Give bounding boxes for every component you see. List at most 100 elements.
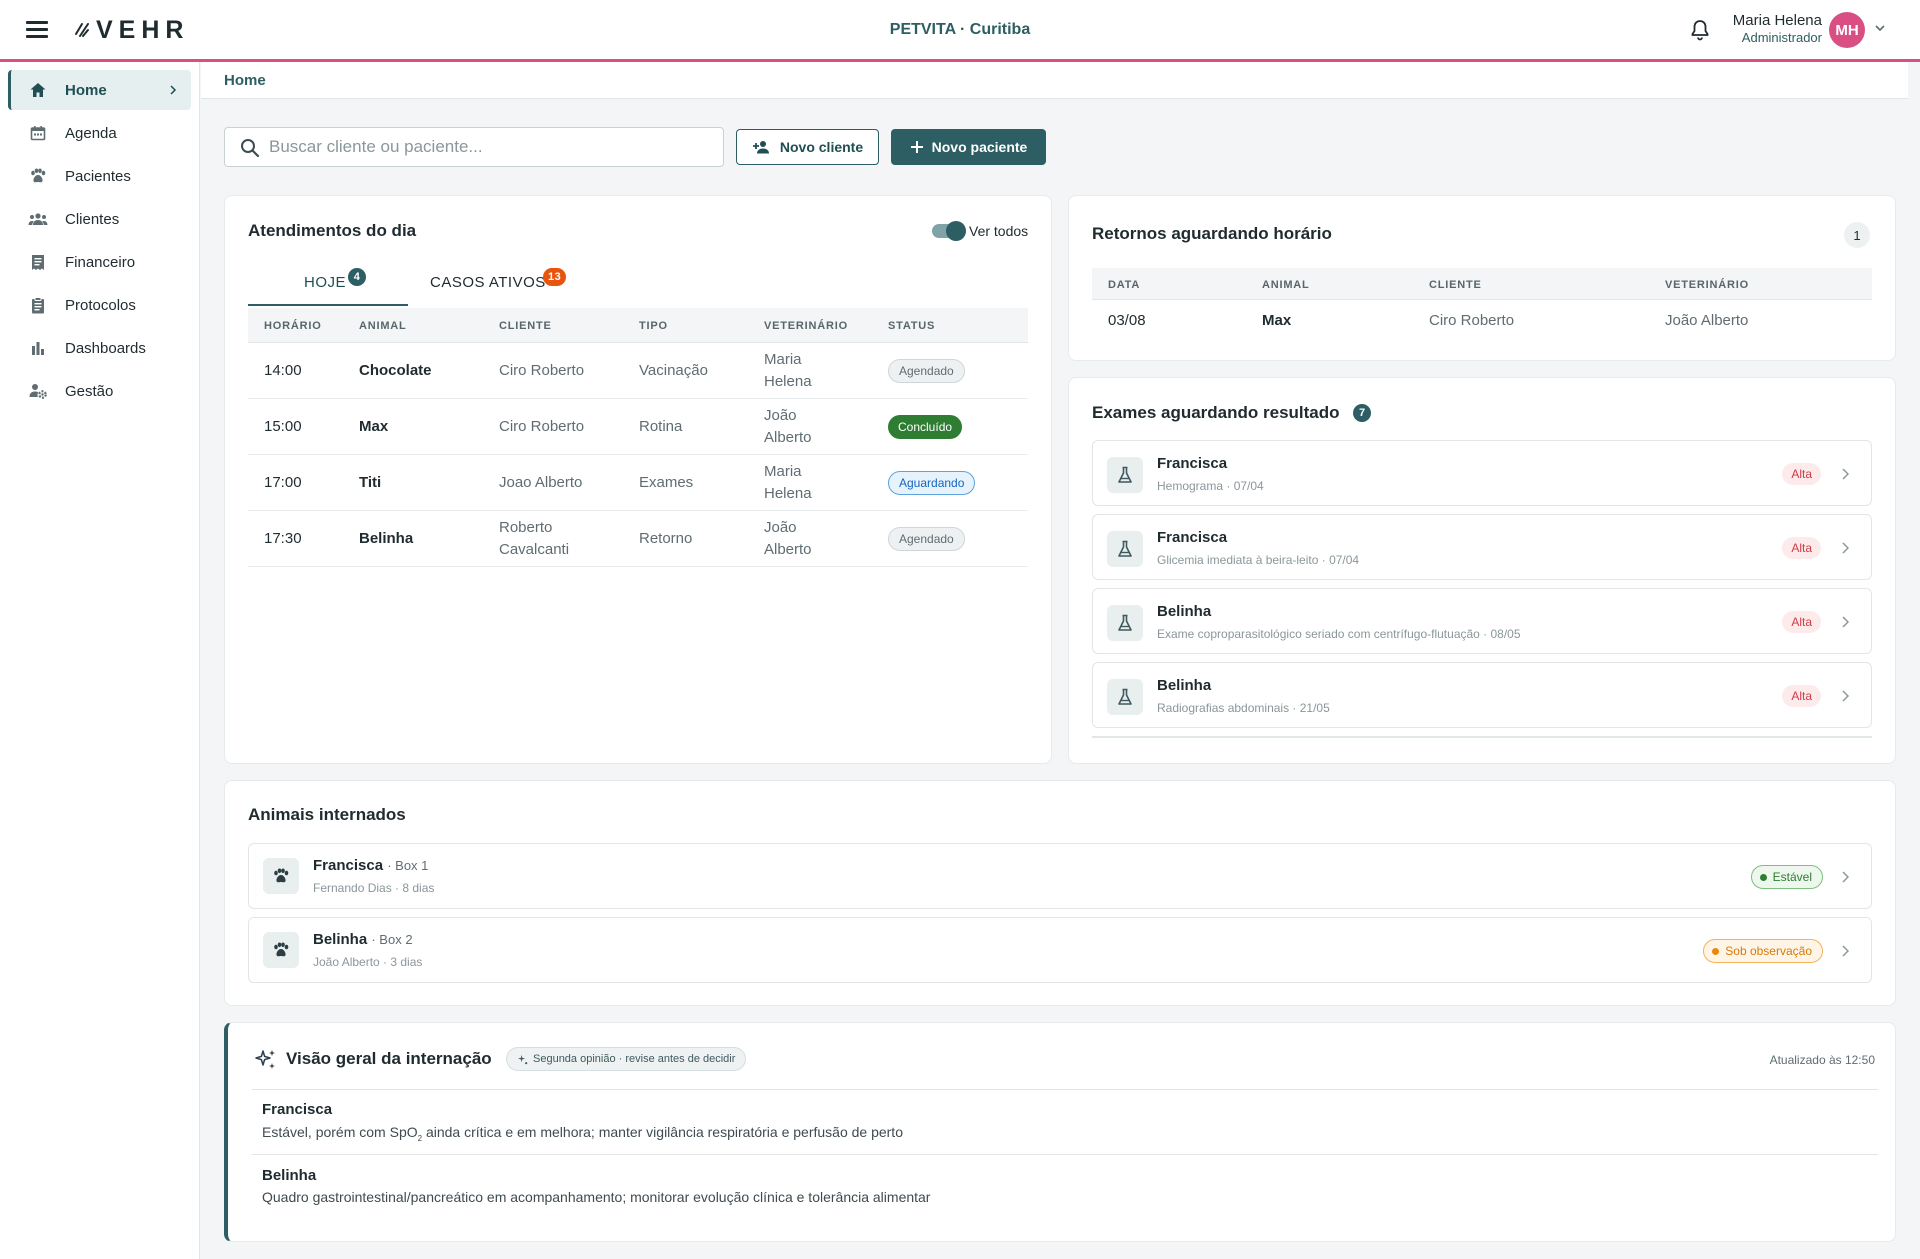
list-item[interactable]: Belinha Radiografias abdominais · 21/05 … [1092,662,1872,728]
cell-animal: Belinha [359,530,414,547]
column-header: VETERINÁRIO [1665,279,1749,291]
list-item[interactable]: Francisca Glicemia imediata à beira-leit… [1092,514,1872,580]
show-all-toggle[interactable] [932,221,966,241]
list-item[interactable]: Francisca Hemograma · 07/04 Alta [1092,440,1872,506]
table-row[interactable]: 14:00 Chocolate Ciro Roberto Vacinação M… [248,343,1028,399]
cell-time: 17:30 [264,530,302,547]
chevron-right-icon [1842,690,1849,702]
column-header: CLIENTE [1429,279,1482,291]
flask-icon [1107,605,1143,641]
new-client-button[interactable]: Novo cliente [736,129,879,165]
sidebar-item-dashboards[interactable]: Dashboards [8,328,191,368]
status-badge: Agendado [888,359,965,383]
add-person-icon [752,141,769,154]
list-item[interactable]: Francisca · Box 1 Fernando Dias · 8 dias… [248,843,1872,909]
exam-detail: Hemograma · 07/04 [1157,479,1264,493]
chevron-down-icon[interactable] [1874,24,1886,32]
chevron-right-icon [1842,871,1849,883]
tab-hoje[interactable]: HOJE 4 [248,262,408,306]
chevron-right-icon [1842,468,1849,480]
cell-client: Ciro Roberto [1429,312,1515,329]
sidebar-item-pacientes[interactable]: Pacientes [8,156,191,196]
exam-detail: Exame coproparasitológico seriado com ce… [1157,627,1521,641]
chevron-right-icon [1842,616,1849,628]
avatar[interactable]: MH [1829,12,1865,48]
tab-count-badge: 13 [543,268,567,286]
cell-vet: João Alberto [764,407,812,446]
cell-client: Joao Alberto [499,474,583,491]
logo-mark-icon [75,23,89,37]
cell-time: 17:00 [264,474,302,491]
animal-name: Belinha [313,931,368,948]
user-info[interactable]: Maria Helena Administrador [1720,12,1822,45]
divider [252,1154,1878,1155]
sidebar-item-protocolos[interactable]: Protocolos [8,285,191,325]
receipt-icon [28,252,48,272]
cell-type: Vacinação [639,362,708,379]
priority-badge: Alta [1782,463,1821,485]
status-badge: Agendado [888,527,965,551]
sidebar-item-label: Pacientes [65,167,131,185]
column-header: ANIMAL [1262,279,1310,291]
returns-count: 1 [1844,222,1870,248]
home-icon [28,80,48,100]
updated-timestamp: Atualizado às 12:50 [1769,1053,1875,1067]
logo[interactable]: VEHR [74,14,189,46]
table-row[interactable]: 03/08 Max Ciro Roberto João Alberto [1092,300,1872,340]
search-icon [241,139,260,158]
cell-vet: João Alberto [1665,312,1749,329]
returns-card: Retornos aguardando horário 1 DATA ANIMA… [1068,195,1896,361]
search-input[interactable] [269,128,709,166]
sidebar-item-financeiro[interactable]: Financeiro [8,242,191,282]
column-header: CLIENTE [499,320,552,332]
table-row[interactable]: 17:30 Belinha Roberto Cavalcanti Retorno… [248,511,1028,567]
exams-title: Exames aguardando resultado [1092,403,1340,422]
menu-icon[interactable] [24,18,50,42]
sidebar-item-label: Home [65,81,107,99]
cell-animal: Max [359,418,389,435]
cell-type: Exames [639,474,694,491]
hospitalized-title: Animais internados [248,805,406,824]
paw-icon [263,932,299,968]
table-row[interactable]: 17:00 Titi Joao Alberto Exames Maria Hel… [248,455,1028,511]
notification-bell-icon[interactable] [1688,18,1712,42]
brand-name: VEHR [96,15,190,44]
summary-text: Estável, porém com SpO [262,1124,418,1140]
plus-icon [910,141,923,153]
new-patient-button[interactable]: Novo paciente [891,129,1046,165]
clinic-name: PETVITA · Curitiba [889,21,1031,38]
scrollbar[interactable] [1908,62,1920,1259]
flask-icon [1107,679,1143,715]
cell-type: Rotina [639,418,683,435]
ai-disclaimer-badge: Segunda opinião · revise antes de decidi… [506,1047,747,1071]
sidebar-item-home[interactable]: Home [8,70,191,110]
animal-name: Francisca [313,857,384,874]
column-header: VETERINÁRIO [764,320,848,332]
overview-summary: Quadro gastrointestinal/pancreático em a… [262,1189,931,1205]
show-all-label: Ver todos [969,223,1029,239]
box-label: · Box 1 [387,858,429,873]
sidebar-item-gestao[interactable]: Gestão [8,371,191,411]
sidebar-item-label: Dashboards [65,339,146,357]
cell-time: 14:00 [264,362,302,379]
table-row[interactable]: 15:00 Max Ciro Roberto Rotina João Alber… [248,399,1028,455]
cell-animal: Chocolate [359,362,432,379]
breadcrumb[interactable]: Home [224,72,266,89]
list-item[interactable]: Belinha Exame coproparasitológico seriad… [1092,588,1872,654]
divider [252,1089,1878,1090]
sidebar-item-clientes[interactable]: Clientes [8,199,191,239]
sidebar-item-label: Clientes [65,210,120,228]
overview-animal: Francisca [262,1101,333,1118]
chevron-right-icon [1842,542,1849,554]
sidebar-item-agenda[interactable]: Agenda [8,113,191,153]
user-name: Maria Helena [1732,12,1822,29]
list-scroll-edge [1092,736,1872,738]
sidebar-item-label: Agenda [65,124,117,142]
exam-animal: Belinha [1157,677,1212,694]
cell-client: Ciro Roberto [499,418,585,435]
tab-casos-ativos[interactable]: CASOS ATIVOS 13 [430,262,590,306]
exam-detail: Radiografias abdominais · 21/05 [1157,701,1330,715]
list-item[interactable]: Belinha · Box 2 João Alberto · 3 dias So… [248,917,1872,983]
status-badge: Concluído [888,415,963,439]
tab-label: CASOS ATIVOS [430,274,546,291]
